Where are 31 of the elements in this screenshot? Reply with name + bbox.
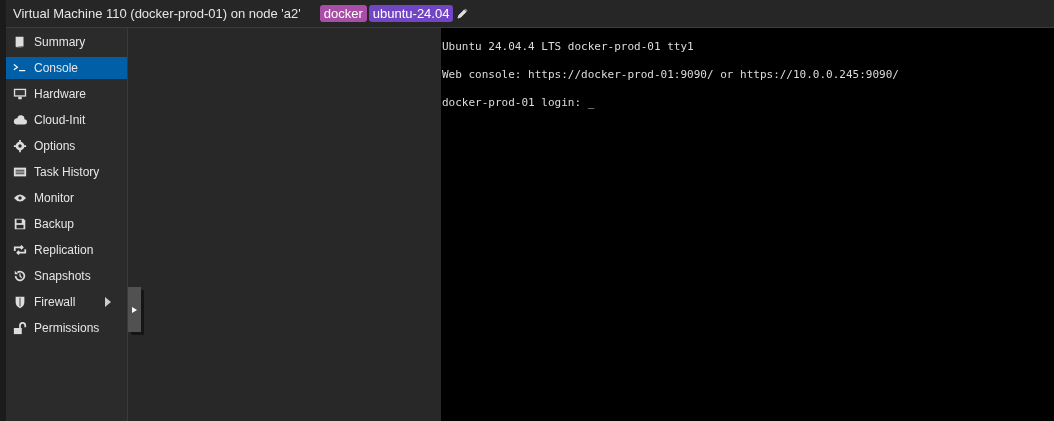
- expand-arrow-icon: [132, 306, 137, 313]
- sidebar-item[interactable]: Summary: [6, 31, 127, 53]
- sidebar-item[interactable]: Snapshots: [6, 265, 127, 287]
- sidebar-item[interactable]: Backup: [6, 213, 127, 235]
- sidebar-item[interactable]: Permissions: [6, 317, 127, 339]
- collapse-handle[interactable]: [128, 287, 141, 332]
- sidebar-item[interactable]: Task History: [6, 161, 127, 183]
- sidebar-item[interactable]: Cloud-Init: [6, 109, 127, 131]
- console-line: Ubuntu 24.04.4 LTS docker-prod-01 tty1: [442, 40, 695, 55]
- sidebar-item[interactable]: Firewall: [6, 291, 127, 313]
- cloud-icon: [13, 113, 27, 127]
- tag[interactable]: ubuntu-24.04: [368, 5, 454, 22]
- sidebar-item[interactable]: Replication: [6, 239, 127, 261]
- sidebar-item[interactable]: Hardware: [6, 83, 127, 105]
- history-icon: [13, 269, 27, 283]
- tag[interactable]: docker: [319, 5, 367, 22]
- console-line: docker-prod-01 login: _: [442, 96, 596, 111]
- unlock-icon: [13, 321, 27, 335]
- repeat-icon: [13, 243, 27, 257]
- pencil-icon[interactable]: [457, 8, 469, 19]
- window-title: Virtual Machine 110 (docker-prod-01) on node 'a2': [13, 6, 301, 21]
- console-screen[interactable]: Ubuntu 24.04.4 LTS docker-prod-01 tty1 Web console: https://docker-prod-01:9090/ or https://10.0.0.245:9090/ docker-prod-01 login: _: [441, 28, 1054, 421]
- book-icon: [13, 35, 27, 49]
- sidebar-item[interactable]: Options: [6, 135, 127, 157]
- shield-icon: [13, 295, 27, 309]
- list-icon: [13, 165, 27, 179]
- monitor-icon: [13, 87, 27, 101]
- gear-icon: [13, 139, 27, 153]
- console-line: Web console: https://docker-prod-01:9090/ or https://10.0.0.245:9090/: [442, 68, 900, 83]
- sidebar-item[interactable]: Monitor: [6, 187, 127, 209]
- sidebar-item[interactable]: Console: [6, 57, 127, 79]
